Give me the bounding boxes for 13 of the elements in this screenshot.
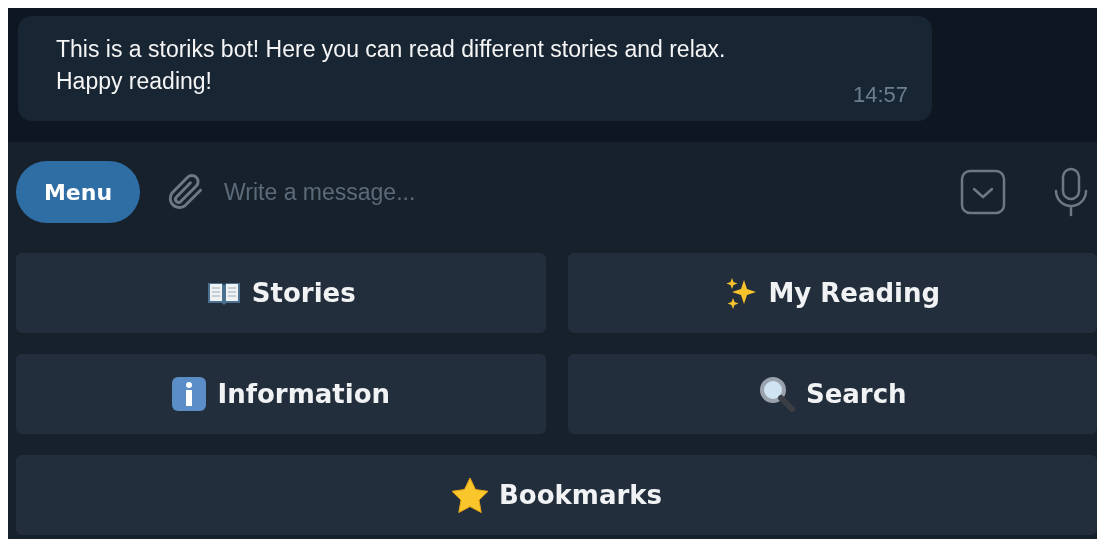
search-icon	[757, 375, 796, 413]
info-icon	[171, 376, 208, 412]
keyboard-button[interactable]: Information	[16, 354, 546, 434]
message-time: 14:57	[852, 81, 908, 109]
menu-button[interactable]: Menu	[16, 161, 140, 223]
message-text: This is a storiks bot! Here you can read different stories and relax. Happy reading!	[56, 35, 726, 96]
star-icon	[450, 477, 489, 513]
keyboard-button[interactable]: Search	[567, 354, 1097, 434]
message-input[interactable]: Write a message...	[222, 166, 959, 218]
keyboard-button[interactable]: Bookmarks	[16, 455, 1097, 535]
keyboard-toggle-icon[interactable]	[959, 168, 1007, 216]
keyboard-button[interactable]: Stories	[16, 253, 546, 333]
keyboard-button[interactable]: My Reading	[567, 253, 1097, 333]
